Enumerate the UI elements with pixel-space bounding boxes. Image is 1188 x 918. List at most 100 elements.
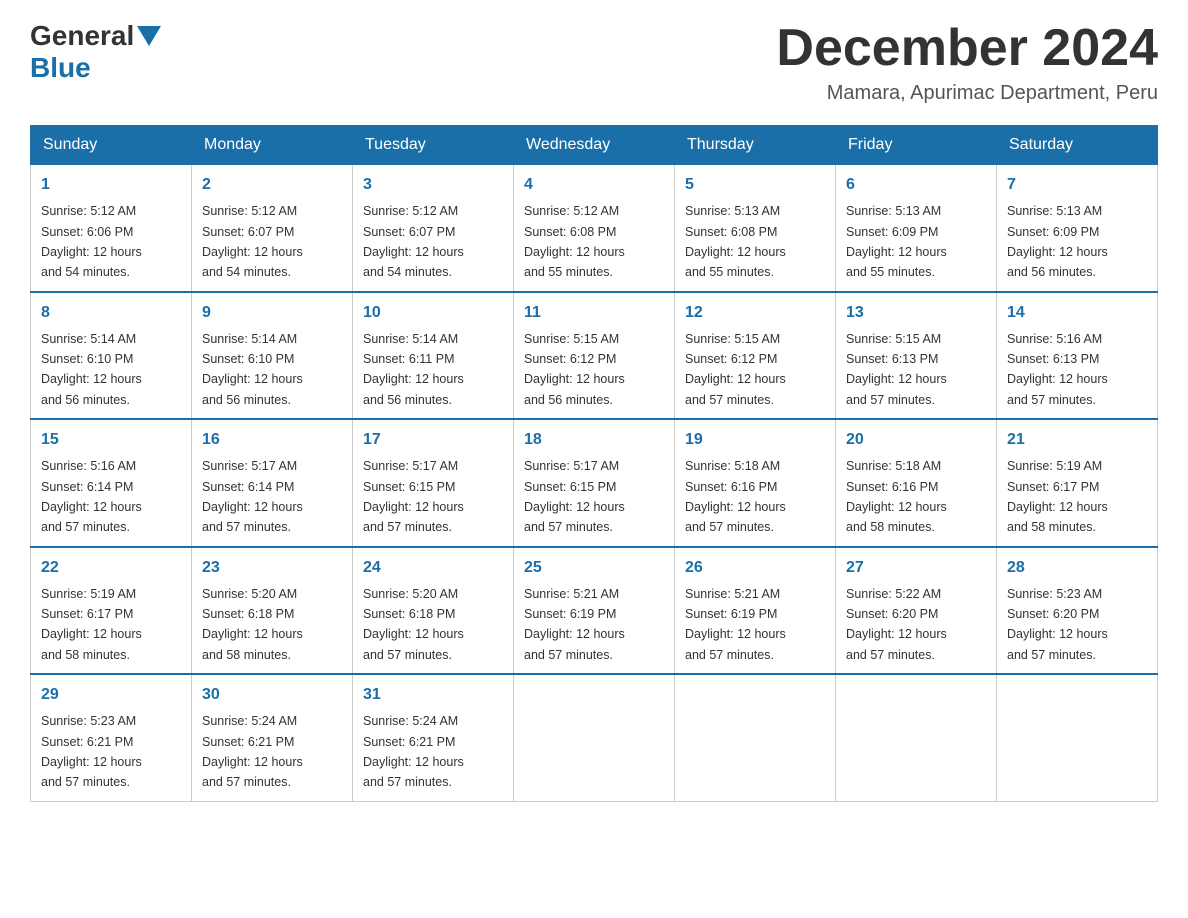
logo-text: General xyxy=(30,20,164,52)
table-row: 11 Sunrise: 5:15 AMSunset: 6:12 PMDaylig… xyxy=(514,292,675,420)
calendar-week-row: 8 Sunrise: 5:14 AMSunset: 6:10 PMDayligh… xyxy=(31,292,1158,420)
day-info: Sunrise: 5:14 AMSunset: 6:10 PMDaylight:… xyxy=(202,332,303,407)
table-row: 29 Sunrise: 5:23 AMSunset: 6:21 PMDaylig… xyxy=(31,674,192,801)
table-row: 10 Sunrise: 5:14 AMSunset: 6:11 PMDaylig… xyxy=(353,292,514,420)
day-number: 2 xyxy=(202,173,342,197)
day-info: Sunrise: 5:22 AMSunset: 6:20 PMDaylight:… xyxy=(846,587,947,662)
day-info: Sunrise: 5:15 AMSunset: 6:13 PMDaylight:… xyxy=(846,332,947,407)
day-number: 8 xyxy=(41,301,181,325)
col-saturday: Saturday xyxy=(997,126,1158,165)
day-number: 27 xyxy=(846,556,986,580)
day-info: Sunrise: 5:20 AMSunset: 6:18 PMDaylight:… xyxy=(363,587,464,662)
table-row xyxy=(675,674,836,801)
day-info: Sunrise: 5:19 AMSunset: 6:17 PMDaylight:… xyxy=(1007,459,1108,534)
table-row: 1 Sunrise: 5:12 AMSunset: 6:06 PMDayligh… xyxy=(31,165,192,292)
day-info: Sunrise: 5:13 AMSunset: 6:08 PMDaylight:… xyxy=(685,204,786,279)
page-header: General Blue December 2024 Mamara, Apuri… xyxy=(30,20,1158,105)
day-info: Sunrise: 5:21 AMSunset: 6:19 PMDaylight:… xyxy=(524,587,625,662)
table-row: 12 Sunrise: 5:15 AMSunset: 6:12 PMDaylig… xyxy=(675,292,836,420)
table-row: 24 Sunrise: 5:20 AMSunset: 6:18 PMDaylig… xyxy=(353,547,514,675)
table-row: 22 Sunrise: 5:19 AMSunset: 6:17 PMDaylig… xyxy=(31,547,192,675)
day-info: Sunrise: 5:12 AMSunset: 6:07 PMDaylight:… xyxy=(363,204,464,279)
table-row: 7 Sunrise: 5:13 AMSunset: 6:09 PMDayligh… xyxy=(997,165,1158,292)
calendar-week-row: 1 Sunrise: 5:12 AMSunset: 6:06 PMDayligh… xyxy=(31,165,1158,292)
day-number: 21 xyxy=(1007,428,1147,452)
day-number: 26 xyxy=(685,556,825,580)
table-row: 17 Sunrise: 5:17 AMSunset: 6:15 PMDaylig… xyxy=(353,419,514,547)
day-number: 25 xyxy=(524,556,664,580)
logo-general-text: General xyxy=(30,20,134,52)
table-row: 28 Sunrise: 5:23 AMSunset: 6:20 PMDaylig… xyxy=(997,547,1158,675)
day-info: Sunrise: 5:12 AMSunset: 6:07 PMDaylight:… xyxy=(202,204,303,279)
day-info: Sunrise: 5:17 AMSunset: 6:15 PMDaylight:… xyxy=(363,459,464,534)
table-row: 19 Sunrise: 5:18 AMSunset: 6:16 PMDaylig… xyxy=(675,419,836,547)
day-number: 22 xyxy=(41,556,181,580)
day-info: Sunrise: 5:13 AMSunset: 6:09 PMDaylight:… xyxy=(846,204,947,279)
logo-triangle-icon xyxy=(137,26,161,46)
day-number: 5 xyxy=(685,173,825,197)
table-row xyxy=(997,674,1158,801)
day-number: 20 xyxy=(846,428,986,452)
table-row: 25 Sunrise: 5:21 AMSunset: 6:19 PMDaylig… xyxy=(514,547,675,675)
table-row: 13 Sunrise: 5:15 AMSunset: 6:13 PMDaylig… xyxy=(836,292,997,420)
day-number: 1 xyxy=(41,173,181,197)
logo: General Blue xyxy=(30,20,164,84)
day-number: 4 xyxy=(524,173,664,197)
day-info: Sunrise: 5:19 AMSunset: 6:17 PMDaylight:… xyxy=(41,587,142,662)
calendar-week-row: 29 Sunrise: 5:23 AMSunset: 6:21 PMDaylig… xyxy=(31,674,1158,801)
calendar-header-row: Sunday Monday Tuesday Wednesday Thursday… xyxy=(31,126,1158,165)
table-row: 20 Sunrise: 5:18 AMSunset: 6:16 PMDaylig… xyxy=(836,419,997,547)
day-info: Sunrise: 5:13 AMSunset: 6:09 PMDaylight:… xyxy=(1007,204,1108,279)
day-number: 30 xyxy=(202,683,342,707)
day-info: Sunrise: 5:23 AMSunset: 6:20 PMDaylight:… xyxy=(1007,587,1108,662)
logo-blue-text: Blue xyxy=(30,52,91,84)
day-info: Sunrise: 5:16 AMSunset: 6:13 PMDaylight:… xyxy=(1007,332,1108,407)
location-text: Mamara, Apurimac Department, Peru xyxy=(776,82,1158,105)
day-info: Sunrise: 5:21 AMSunset: 6:19 PMDaylight:… xyxy=(685,587,786,662)
day-info: Sunrise: 5:17 AMSunset: 6:15 PMDaylight:… xyxy=(524,459,625,534)
day-info: Sunrise: 5:23 AMSunset: 6:21 PMDaylight:… xyxy=(41,714,142,789)
col-thursday: Thursday xyxy=(675,126,836,165)
table-row xyxy=(514,674,675,801)
table-row: 2 Sunrise: 5:12 AMSunset: 6:07 PMDayligh… xyxy=(192,165,353,292)
col-tuesday: Tuesday xyxy=(353,126,514,165)
table-row: 14 Sunrise: 5:16 AMSunset: 6:13 PMDaylig… xyxy=(997,292,1158,420)
day-number: 24 xyxy=(363,556,503,580)
day-info: Sunrise: 5:14 AMSunset: 6:10 PMDaylight:… xyxy=(41,332,142,407)
day-number: 17 xyxy=(363,428,503,452)
day-number: 14 xyxy=(1007,301,1147,325)
col-monday: Monday xyxy=(192,126,353,165)
table-row: 23 Sunrise: 5:20 AMSunset: 6:18 PMDaylig… xyxy=(192,547,353,675)
table-row: 27 Sunrise: 5:22 AMSunset: 6:20 PMDaylig… xyxy=(836,547,997,675)
table-row: 5 Sunrise: 5:13 AMSunset: 6:08 PMDayligh… xyxy=(675,165,836,292)
day-number: 29 xyxy=(41,683,181,707)
table-row: 4 Sunrise: 5:12 AMSunset: 6:08 PMDayligh… xyxy=(514,165,675,292)
day-info: Sunrise: 5:18 AMSunset: 6:16 PMDaylight:… xyxy=(685,459,786,534)
calendar-week-row: 15 Sunrise: 5:16 AMSunset: 6:14 PMDaylig… xyxy=(31,419,1158,547)
table-row: 16 Sunrise: 5:17 AMSunset: 6:14 PMDaylig… xyxy=(192,419,353,547)
day-info: Sunrise: 5:24 AMSunset: 6:21 PMDaylight:… xyxy=(363,714,464,789)
table-row: 15 Sunrise: 5:16 AMSunset: 6:14 PMDaylig… xyxy=(31,419,192,547)
day-number: 13 xyxy=(846,301,986,325)
day-number: 3 xyxy=(363,173,503,197)
day-number: 19 xyxy=(685,428,825,452)
col-sunday: Sunday xyxy=(31,126,192,165)
calendar-table: Sunday Monday Tuesday Wednesday Thursday… xyxy=(30,125,1158,802)
day-number: 6 xyxy=(846,173,986,197)
day-info: Sunrise: 5:15 AMSunset: 6:12 PMDaylight:… xyxy=(524,332,625,407)
day-number: 31 xyxy=(363,683,503,707)
day-number: 11 xyxy=(524,301,664,325)
col-friday: Friday xyxy=(836,126,997,165)
day-number: 16 xyxy=(202,428,342,452)
table-row: 6 Sunrise: 5:13 AMSunset: 6:09 PMDayligh… xyxy=(836,165,997,292)
day-info: Sunrise: 5:18 AMSunset: 6:16 PMDaylight:… xyxy=(846,459,947,534)
day-info: Sunrise: 5:12 AMSunset: 6:06 PMDaylight:… xyxy=(41,204,142,279)
table-row: 8 Sunrise: 5:14 AMSunset: 6:10 PMDayligh… xyxy=(31,292,192,420)
title-section: December 2024 Mamara, Apurimac Departmen… xyxy=(776,20,1158,105)
day-info: Sunrise: 5:24 AMSunset: 6:21 PMDaylight:… xyxy=(202,714,303,789)
day-info: Sunrise: 5:15 AMSunset: 6:12 PMDaylight:… xyxy=(685,332,786,407)
table-row: 31 Sunrise: 5:24 AMSunset: 6:21 PMDaylig… xyxy=(353,674,514,801)
table-row: 26 Sunrise: 5:21 AMSunset: 6:19 PMDaylig… xyxy=(675,547,836,675)
table-row: 9 Sunrise: 5:14 AMSunset: 6:10 PMDayligh… xyxy=(192,292,353,420)
day-info: Sunrise: 5:16 AMSunset: 6:14 PMDaylight:… xyxy=(41,459,142,534)
